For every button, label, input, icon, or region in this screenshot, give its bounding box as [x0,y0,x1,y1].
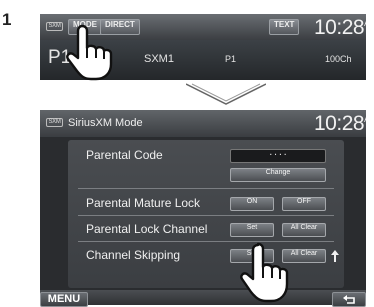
divider [78,215,334,216]
tap-hand-icon [66,24,113,81]
lock-channel-all-clear-button[interactable]: All Clear [282,223,326,237]
lock-channel-set-button[interactable]: Set [230,223,274,237]
siriusxm-mode-screen: SXM SiriusXM Mode 10:28AM Parental Code … [40,110,366,305]
tap-hand-icon [240,242,289,303]
divider [78,188,334,189]
clock: 10:28AM [314,16,366,40]
channel-skipping-label: Channel Skipping [86,248,181,262]
step-number: 1 [2,10,12,29]
parental-code-field: ···· [230,149,326,163]
screen-title: SiriusXM Mode [68,117,143,129]
clock-time: 10:28 [314,16,365,39]
change-button[interactable]: Change [230,168,326,182]
menu-button[interactable]: MENU [40,292,88,307]
clock-suffix: AM [364,115,366,124]
return-arrow-icon [343,295,355,304]
text-button[interactable]: TEXT [269,19,300,35]
scroll-arrow-icon[interactable] [330,249,340,263]
mature-lock-off-button[interactable]: OFF [282,197,326,211]
clock-suffix: AM [364,19,366,28]
down-arrow-icon [186,83,266,105]
lock-channel-label: Parental Lock Channel [86,222,208,236]
channel-number: 100Ch [325,54,352,64]
mature-lock-label: Parental Mature Lock [86,196,201,210]
back-button[interactable] [332,292,366,307]
settings-panel: Parental Code ···· Change Parental Matur… [68,140,344,288]
mature-lock-on-button[interactable]: ON [230,197,274,211]
clock: 10:28AM [314,112,366,136]
clock-time: 10:28 [314,112,365,135]
preset-small: P1 [225,54,237,64]
screen-header: SXM SiriusXM Mode 10:28AM [40,110,366,137]
channel-name: SXM1 [144,53,174,65]
screen-footer [40,290,366,305]
sxm-logo: SXM [46,118,63,127]
parental-code-label: Parental Code [86,148,163,162]
